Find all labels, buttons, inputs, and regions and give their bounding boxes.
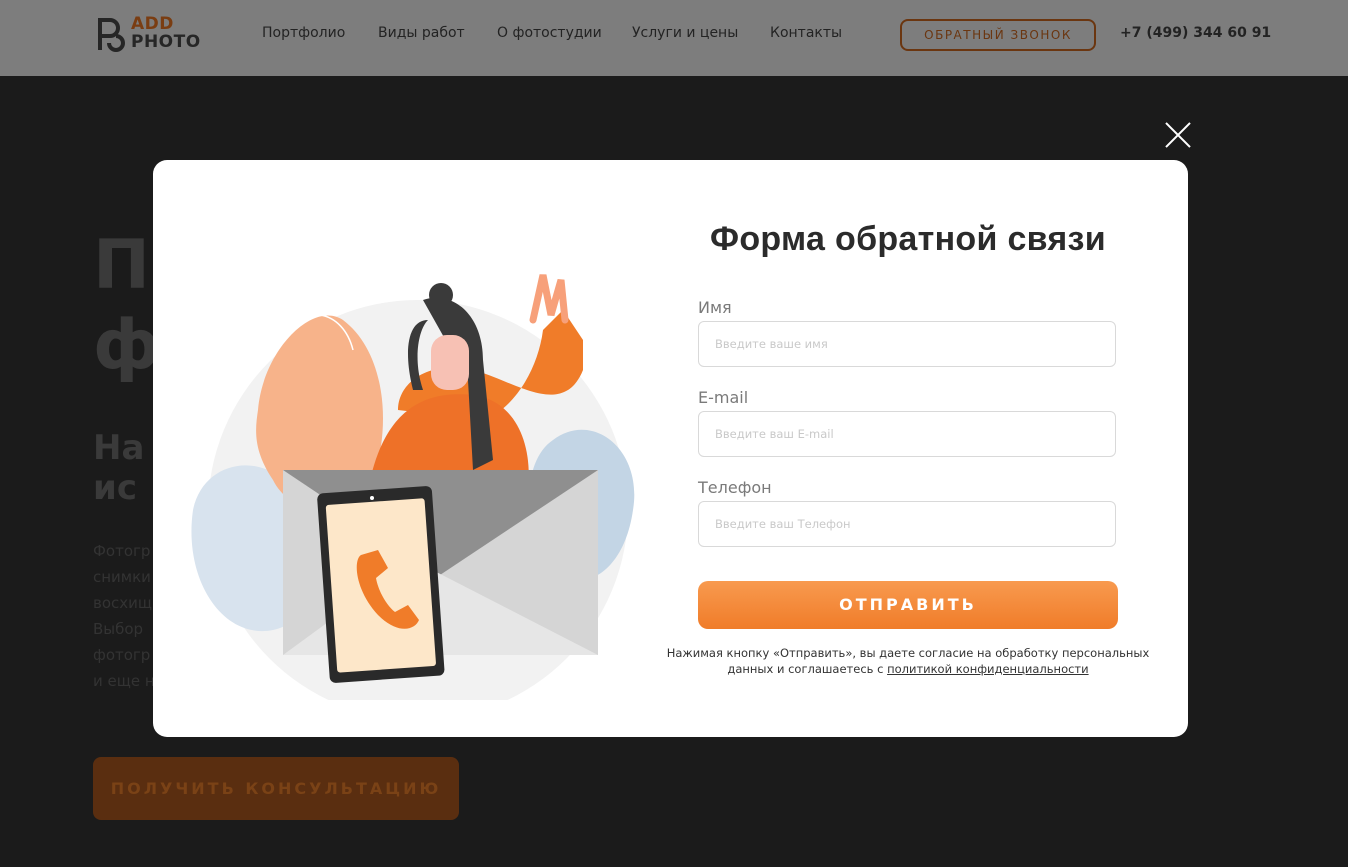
contact-illustration [191,274,635,700]
modal-overlay: Форма обратной связи Имя E-mail Телефон … [0,0,1348,867]
submit-button[interactable]: ОТПРАВИТЬ [698,581,1118,629]
email-label: E-mail [698,388,749,407]
phone-input[interactable] [698,501,1116,547]
close-icon[interactable] [1164,121,1192,149]
modal-title: Форма обратной связи [710,220,1106,258]
name-input[interactable] [698,321,1116,367]
consent-text: Нажимая кнопку «Отправить», вы даете сог… [658,645,1158,677]
phone-label: Телефон [698,478,772,497]
privacy-policy-link[interactable]: политикой конфиденциальности [887,662,1089,676]
feedback-modal: Форма обратной связи Имя E-mail Телефон … [153,160,1188,737]
email-input[interactable] [698,411,1116,457]
name-label: Имя [698,298,732,317]
